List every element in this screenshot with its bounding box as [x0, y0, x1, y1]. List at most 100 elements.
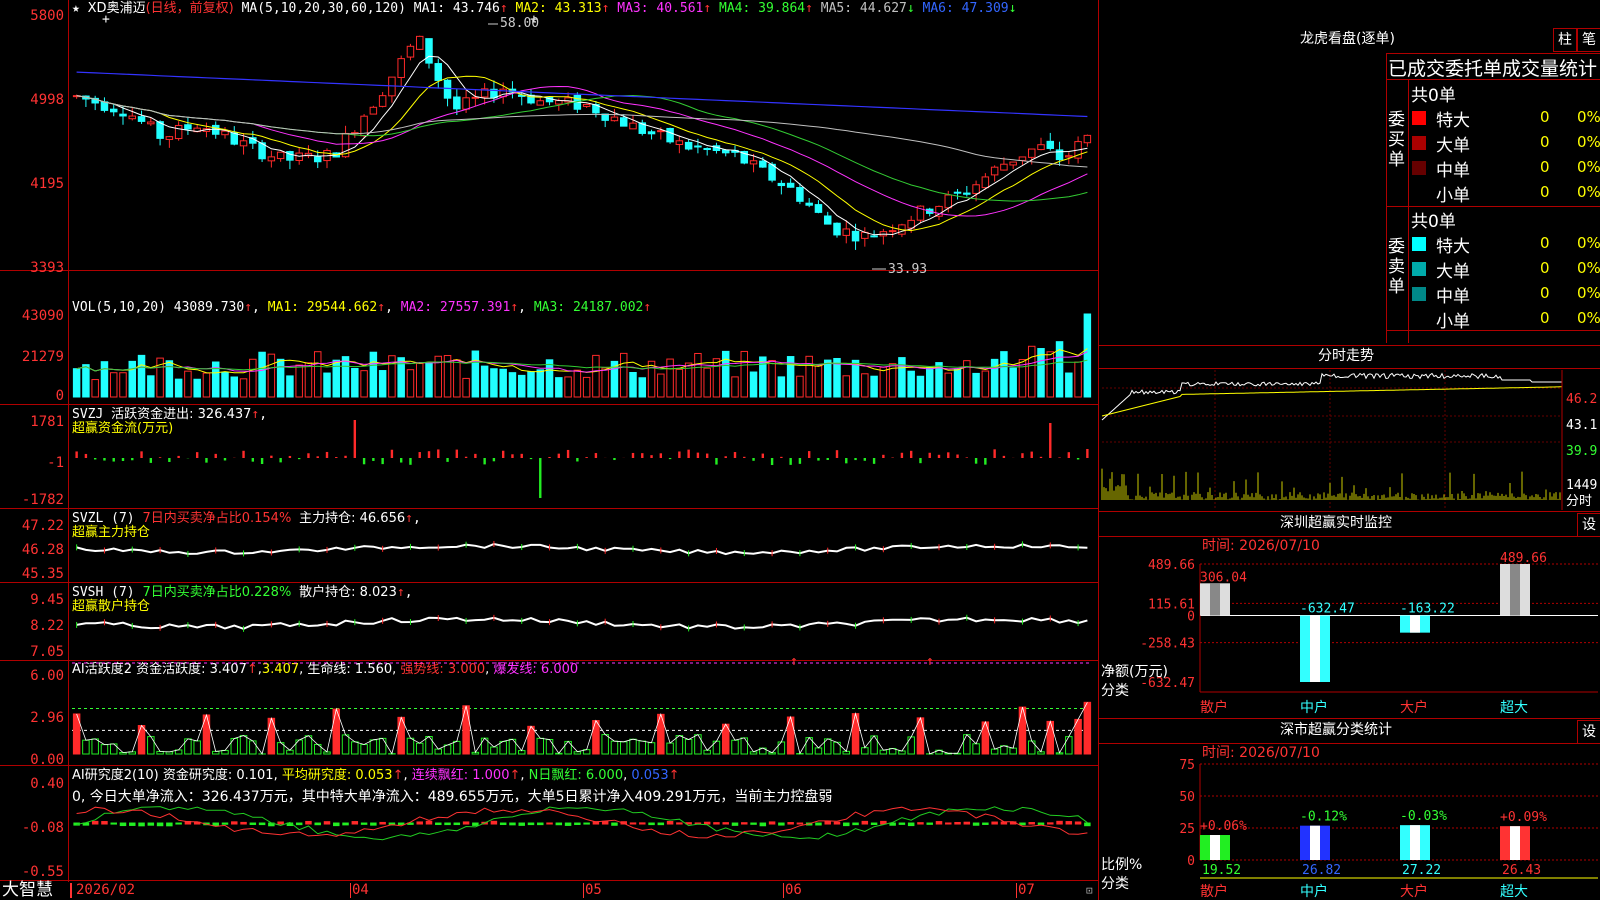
sz-settings-button[interactable]: 设 [1577, 513, 1600, 537]
order-type-label: 大单 [1436, 136, 1470, 156]
svzj-bar [835, 450, 839, 458]
research-bar [333, 822, 340, 827]
sz-y-tick: -258.43 [1140, 637, 1195, 652]
color-swatch [1412, 262, 1426, 276]
sz-bar-label: -163.22 [1400, 601, 1455, 616]
volume-bar [712, 358, 721, 398]
candle-body [555, 100, 563, 105]
volume-chart[interactable] [0, 272, 1098, 402]
activity-bar [638, 740, 647, 755]
sz-monitor-chart[interactable]: 489.66115.610-258.43-632.47306.04散户-632.… [1100, 536, 1600, 716]
sz-top-line [1098, 511, 1600, 512]
candle-body [128, 115, 137, 120]
classification-chart[interactable]: 75 50 25 0 +0.06% 19.52 散户 -0.12% 26.82 中户 -0.03% 2… [1100, 744, 1600, 900]
research-bar [91, 820, 99, 825]
volume-bar [72, 368, 81, 398]
cls-value-label: 26.82 [1302, 863, 1341, 878]
volume-bar [619, 352, 628, 398]
activity-bar [1083, 701, 1092, 755]
research-bar [648, 822, 655, 826]
activity-bar [536, 737, 545, 755]
candle-body [147, 121, 155, 125]
svzj-chart[interactable] [0, 405, 1098, 509]
sz-title: 深圳超赢实时监控 [1280, 515, 1392, 531]
candle-body [796, 187, 804, 202]
volume-bar [981, 370, 990, 398]
order-type-label: 小单 [1436, 312, 1470, 332]
activity-bar [619, 741, 628, 755]
volume-bar [332, 359, 341, 398]
volume-bar [109, 372, 118, 398]
sz-y-tick: 0 [1187, 609, 1195, 624]
candle-body [230, 132, 239, 145]
fs-tick-top: 46.2 [1566, 392, 1598, 407]
svzj-bar [882, 454, 885, 458]
order-percent: 0% [1577, 234, 1600, 252]
cls-y-label: 比例% [1101, 857, 1142, 873]
candlestick-chart[interactable] [0, 0, 1098, 270]
cls-category-label: 中户 [1300, 883, 1328, 900]
svzj-bar [826, 458, 829, 460]
volume-bar [462, 377, 470, 398]
svzj-bar [353, 420, 357, 458]
activity-bar [861, 747, 869, 755]
divider-bottom [0, 880, 1098, 881]
svzj-bar [131, 458, 134, 461]
cls-bar-shade [1210, 835, 1220, 860]
volume-bar [592, 354, 600, 398]
activity-bar [453, 740, 461, 755]
volume-bar [304, 362, 313, 398]
activity-bar [415, 742, 424, 755]
activity-bar [684, 738, 693, 755]
candle-body [684, 141, 693, 150]
stats-side-border [1408, 79, 1409, 343]
volume-bar [258, 351, 266, 398]
svzj-bar [288, 455, 292, 458]
volume-bar [295, 364, 303, 398]
cls-category-label: 超大 [1500, 884, 1528, 900]
svzj-bar [928, 452, 931, 458]
ai-research-chart[interactable] [0, 766, 1098, 880]
bar-mode-button[interactable]: 柱 [1553, 28, 1577, 52]
lock-icon[interactable]: ⊡ [1086, 884, 1093, 897]
svzj-bar [307, 453, 310, 458]
research-bar [935, 821, 943, 825]
ai-activity-chart[interactable]: ↑ ↑ [0, 654, 1098, 765]
svzj-bar [205, 458, 208, 463]
tick-mode-button[interactable]: 笔 [1577, 28, 1600, 52]
candle-body [703, 148, 711, 151]
research-bar [852, 822, 859, 826]
candle-body [647, 131, 656, 135]
research-bar [722, 822, 729, 825]
research-bar [666, 821, 674, 825]
ma4-line [76, 94, 1088, 202]
order-volume: 0 [1540, 259, 1550, 277]
svzl-chart[interactable] [0, 509, 1098, 583]
svsh-chart[interactable] [0, 583, 1098, 661]
sz-category-label: 散户 [1200, 699, 1228, 716]
candle-body [221, 130, 229, 136]
svzj-bar [168, 458, 171, 462]
intraday-chart[interactable] [1100, 370, 1570, 510]
cls-x-label: 分类 [1101, 876, 1129, 892]
research-bar [305, 820, 312, 825]
activity-bar [592, 720, 600, 755]
research-bar [147, 822, 155, 826]
volume-bar [351, 367, 359, 398]
activity-bar [990, 748, 999, 755]
svzj-bar [752, 458, 755, 461]
candle-body [972, 184, 980, 194]
order-percent: 0% [1577, 259, 1600, 277]
cls-settings-button[interactable]: 设 [1577, 720, 1600, 744]
activity-bar [740, 737, 749, 755]
activity-bar [406, 737, 415, 755]
volume-bar [360, 370, 368, 398]
svzj-bar [641, 453, 644, 458]
research-bar [824, 820, 831, 825]
svzj-bar [863, 458, 867, 461]
research-bar [101, 821, 108, 825]
high-mark: 58.00 [500, 16, 540, 31]
candle-body [582, 103, 591, 107]
research-bar [119, 822, 127, 827]
svzj-bar [437, 449, 440, 458]
